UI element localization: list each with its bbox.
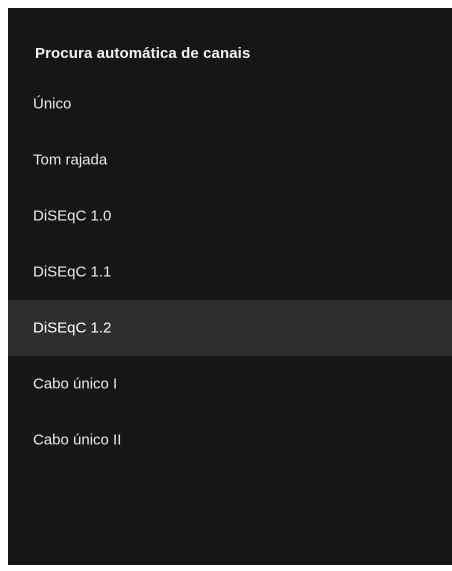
- option-label: Único: [33, 95, 72, 113]
- option-cabo-unico-i[interactable]: Cabo único I: [8, 356, 452, 412]
- menu-title: Procura automática de canais: [35, 45, 251, 62]
- option-label: Cabo único I: [33, 375, 118, 393]
- option-list: Único Tom rajada DiSEqC 1.0 DiSEqC 1.1 D…: [8, 76, 452, 468]
- option-unico[interactable]: Único: [8, 76, 452, 132]
- option-label: Cabo único II: [33, 431, 122, 449]
- option-label: DiSEqC 1.1: [33, 263, 112, 281]
- option-diseqc-1-0[interactable]: DiSEqC 1.0: [8, 188, 452, 244]
- option-label: Tom rajada: [33, 151, 108, 169]
- tv-menu-panel: Procura automática de canais Único Tom r…: [8, 8, 452, 565]
- option-cabo-unico-ii[interactable]: Cabo único II: [8, 412, 452, 468]
- option-diseqc-1-1[interactable]: DiSEqC 1.1: [8, 244, 452, 300]
- option-label: DiSEqC 1.2: [33, 319, 112, 337]
- option-diseqc-1-2[interactable]: DiSEqC 1.2: [8, 300, 452, 356]
- option-tom-rajada[interactable]: Tom rajada: [8, 132, 452, 188]
- option-label: DiSEqC 1.0: [33, 207, 112, 225]
